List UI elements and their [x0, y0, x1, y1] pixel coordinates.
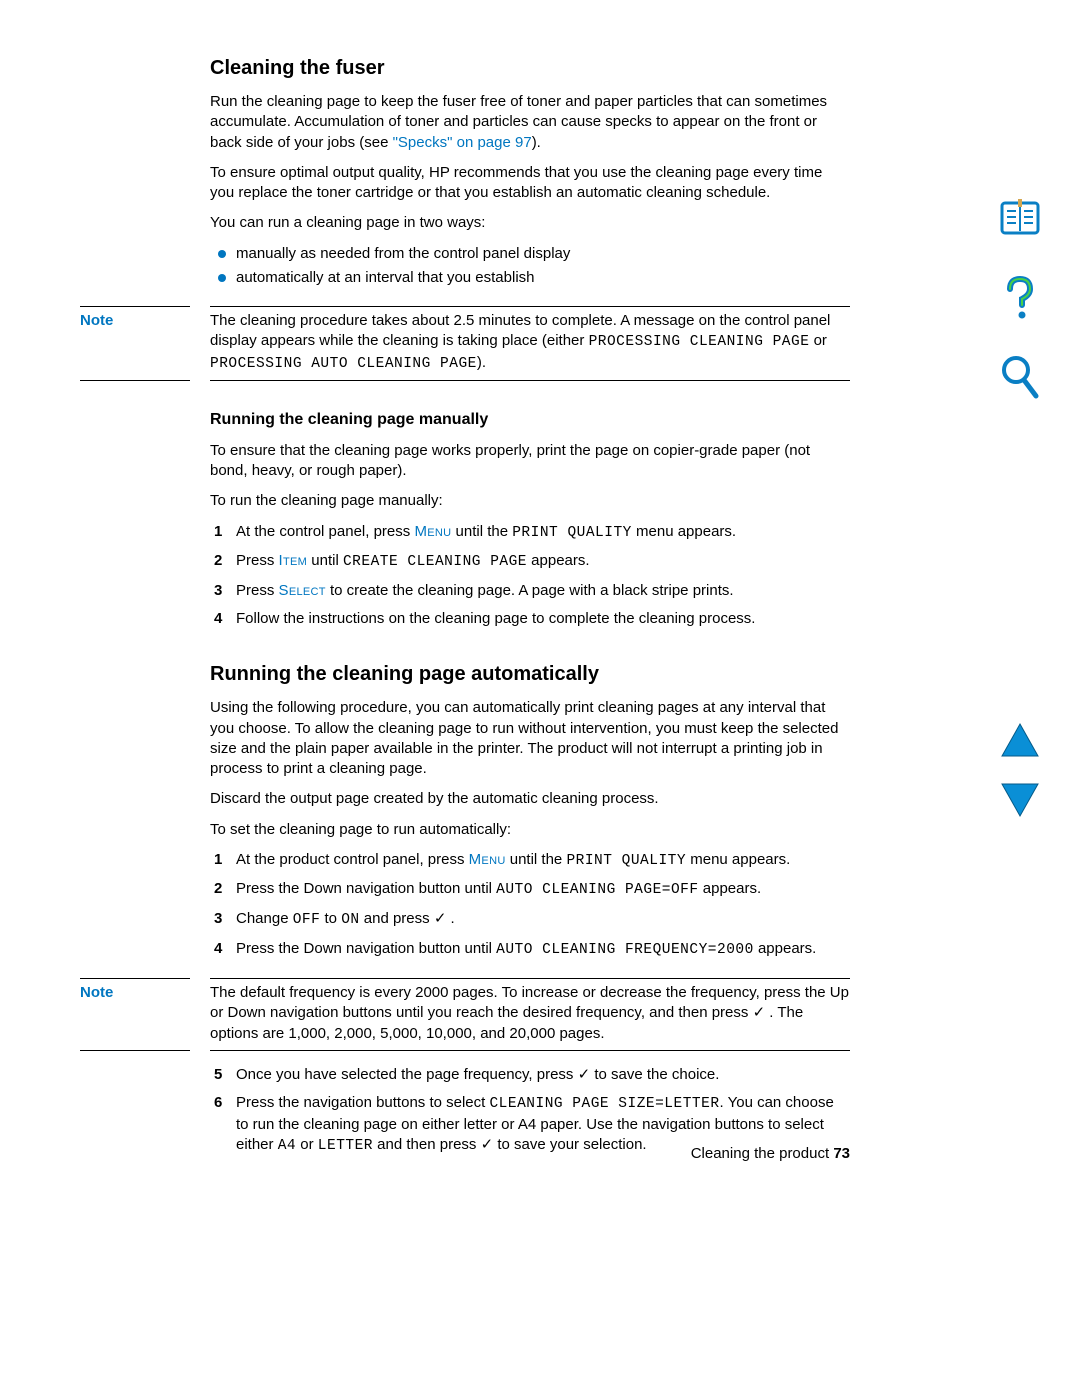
link-specks-p97[interactable]: "Specks" on page 97: [393, 134, 532, 151]
list-item: Once you have selected the page frequenc…: [210, 1065, 850, 1085]
text: or: [296, 1136, 318, 1153]
text: until: [307, 552, 343, 569]
page-number: 73: [833, 1145, 850, 1162]
page-footer: Cleaning the product 73: [691, 1144, 850, 1164]
list-item: Follow the instructions on the cleaning …: [210, 609, 850, 629]
book-icon[interactable]: [996, 195, 1044, 249]
note-text: The cleaning procedure takes about 2.5 m…: [210, 306, 850, 381]
list-item: automatically at an interval that you es…: [210, 268, 850, 288]
steps-manual: At the control panel, press Menu until t…: [210, 522, 850, 630]
code-text: CLEANING PAGE SIZE=LETTER: [489, 1096, 719, 1112]
checkmark-icon: ✓: [578, 1066, 591, 1083]
button-ref-menu: Menu: [469, 851, 506, 868]
heading-auto: Running the cleaning page automatically: [210, 661, 850, 688]
text: to: [320, 910, 341, 927]
note-block-2: Note The default frequency is every 2000…: [210, 978, 850, 1051]
text: appears.: [699, 880, 762, 897]
para-recommend: To ensure optimal output quality, HP rec…: [210, 163, 850, 204]
steps-auto: At the product control panel, press Menu…: [210, 850, 850, 960]
question-icon[interactable]: [996, 273, 1044, 327]
text: until the: [451, 523, 512, 540]
code-text: AUTO CLEANING FREQUENCY=2000: [496, 942, 754, 958]
text: ).: [532, 134, 541, 151]
text: At the product control panel, press: [236, 851, 469, 868]
text: .: [446, 910, 454, 927]
code-text: PRINT QUALITY: [566, 853, 686, 869]
button-ref-item: Item: [279, 552, 308, 569]
para-manual-1: To ensure that the cleaning page works p…: [210, 441, 850, 482]
list-item: At the product control panel, press Menu…: [210, 850, 850, 872]
text: to save the choice.: [590, 1066, 719, 1083]
note-text: The default frequency is every 2000 page…: [210, 978, 850, 1051]
page-nav-arrows: [990, 722, 1050, 825]
checkmark-icon: ✓: [434, 910, 447, 927]
checkmark-icon: ✓: [481, 1136, 494, 1153]
text: appears.: [527, 552, 590, 569]
text: Press the Down navigation button until: [236, 880, 496, 897]
note-block-1: Note The cleaning procedure takes about …: [210, 306, 850, 381]
para-manual-2: To run the cleaning page manually:: [210, 491, 850, 511]
text: Press the navigation buttons to select: [236, 1094, 489, 1111]
text: ).: [477, 354, 486, 371]
text: menu appears.: [686, 851, 790, 868]
heading-manual: Running the cleaning page manually: [210, 409, 850, 431]
note-label: Note: [80, 978, 190, 1003]
code-text: A4: [278, 1138, 296, 1154]
list-item: Press the Down navigation button until A…: [210, 879, 850, 901]
magnifier-icon[interactable]: [996, 352, 1044, 406]
code-text: AUTO CLEANING PAGE=OFF: [496, 882, 698, 898]
heading-cleaning-fuser: Cleaning the fuser: [210, 55, 850, 82]
list-item: manually as needed from the control pane…: [210, 244, 850, 264]
code-text: CREATE CLEANING PAGE: [343, 554, 527, 570]
para-auto-3: To set the cleaning page to run automati…: [210, 820, 850, 840]
para-auto-1: Using the following procedure, you can a…: [210, 698, 850, 779]
steps-auto-cont: Once you have selected the page frequenc…: [210, 1065, 850, 1157]
footer-text: Cleaning the product: [691, 1145, 829, 1162]
code-text: PRINT QUALITY: [512, 525, 632, 541]
sidebar-toolbar: [990, 195, 1050, 406]
list-item: At the control panel, press Menu until t…: [210, 522, 850, 544]
para-two-ways: You can run a cleaning page in two ways:: [210, 213, 850, 233]
list-item: Press the Down navigation button until A…: [210, 939, 850, 961]
text: menu appears.: [632, 523, 736, 540]
checkmark-icon: ✓: [753, 1004, 766, 1021]
list-item: Press Select to create the cleaning page…: [210, 581, 850, 601]
code-text: LETTER: [318, 1138, 373, 1154]
note-label: Note: [80, 306, 190, 331]
text: to save your selection.: [493, 1136, 646, 1153]
list-item: Press Item until CREATE CLEANING PAGE ap…: [210, 551, 850, 573]
code-text: PROCESSING CLEANING PAGE: [589, 334, 810, 350]
bullet-list-ways: manually as needed from the control pane…: [210, 244, 850, 289]
button-ref-select: Select: [279, 582, 326, 599]
code-text: ON: [341, 912, 359, 928]
previous-page-button[interactable]: [1000, 722, 1040, 764]
text: Press: [236, 552, 279, 569]
text: or: [809, 332, 827, 349]
next-page-button[interactable]: [1000, 782, 1040, 824]
text: Press the Down navigation button until: [236, 940, 496, 957]
text: and then press: [373, 1136, 481, 1153]
text: Press: [236, 582, 279, 599]
code-text: PROCESSING AUTO CLEANING PAGE: [210, 356, 477, 372]
text: until the: [506, 851, 567, 868]
code-text: OFF: [293, 912, 321, 928]
text: to create the cleaning page. A page with…: [326, 582, 734, 599]
para-auto-2: Discard the output page created by the a…: [210, 789, 850, 809]
button-ref-menu: Menu: [414, 523, 451, 540]
text: Once you have selected the page frequenc…: [236, 1066, 578, 1083]
text: and press: [360, 910, 434, 927]
list-item: Change OFF to ON and press ✓ .: [210, 909, 850, 931]
text: appears.: [754, 940, 817, 957]
text: Change: [236, 910, 293, 927]
para-intro: Run the cleaning page to keep the fuser …: [210, 92, 850, 153]
text: At the control panel, press: [236, 523, 414, 540]
